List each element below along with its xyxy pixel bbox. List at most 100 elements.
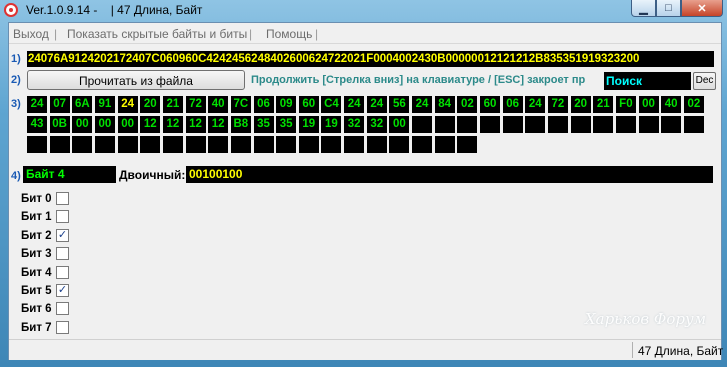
empty-byte-cell[interactable] bbox=[683, 116, 704, 133]
empty-byte-cell[interactable] bbox=[434, 116, 455, 133]
byte-cell[interactable]: 43 bbox=[27, 116, 47, 133]
title-bar[interactable]: Ver.1.0.9.14 - | 47 Длина, Байт ▁ □ ✕ bbox=[0, 0, 727, 22]
minimize-button[interactable]: ▁ bbox=[631, 0, 656, 17]
byte-cell[interactable]: 40 bbox=[208, 96, 229, 113]
byte-cell[interactable]: 24 bbox=[27, 96, 47, 113]
bit-checkbox[interactable]: ✓ bbox=[56, 284, 69, 297]
byte-cell[interactable]: 00 bbox=[117, 116, 138, 133]
empty-byte-cell[interactable] bbox=[412, 136, 433, 153]
empty-byte-cell[interactable] bbox=[412, 116, 433, 133]
byte-cell[interactable]: 19 bbox=[321, 116, 342, 133]
byte-cell[interactable]: B8 bbox=[230, 116, 251, 133]
byte-cell[interactable]: 12 bbox=[185, 116, 206, 133]
hex-string-field[interactable]: 24076A9124202172407C060960C4242456248402… bbox=[27, 51, 714, 67]
close-button[interactable]: ✕ bbox=[681, 0, 723, 17]
byte-cell[interactable]: 21 bbox=[593, 96, 614, 113]
empty-byte-cell[interactable] bbox=[570, 116, 591, 133]
byte-cell[interactable]: 07 bbox=[49, 96, 70, 113]
byte-cell[interactable]: 00 bbox=[72, 116, 93, 133]
byte-cell[interactable]: 20 bbox=[140, 96, 161, 113]
empty-byte-cell[interactable] bbox=[298, 136, 319, 153]
empty-byte-cell[interactable] bbox=[502, 116, 523, 133]
empty-byte-cell[interactable] bbox=[480, 116, 500, 133]
byte-cell[interactable]: 00 bbox=[638, 96, 659, 113]
byte-cell[interactable]: 21 bbox=[162, 96, 183, 113]
empty-byte-cell[interactable] bbox=[661, 116, 682, 133]
maximize-button[interactable]: □ bbox=[656, 0, 681, 17]
menu-show-hidden[interactable]: Показать скрытые байты и биты bbox=[67, 27, 247, 41]
byte-cell[interactable]: 0B bbox=[49, 116, 70, 133]
byte-cell[interactable]: 24 bbox=[366, 96, 387, 113]
byte-cell[interactable]: 60 bbox=[480, 96, 500, 113]
search-input[interactable]: Поиск bbox=[604, 72, 691, 90]
byte-cell[interactable]: 24 bbox=[344, 96, 365, 113]
byte-cell[interactable]: 72 bbox=[185, 96, 206, 113]
bit-checkbox[interactable] bbox=[56, 192, 69, 205]
empty-byte-cell[interactable] bbox=[162, 136, 183, 153]
empty-byte-cell[interactable] bbox=[117, 136, 138, 153]
byte-cell[interactable]: 35 bbox=[253, 116, 274, 133]
empty-byte-cell[interactable] bbox=[72, 136, 93, 153]
byte-cell[interactable]: 7C bbox=[230, 96, 251, 113]
empty-byte-cell[interactable] bbox=[276, 136, 297, 153]
empty-byte-cell[interactable] bbox=[593, 116, 614, 133]
byte-cell[interactable]: 24 bbox=[412, 96, 433, 113]
byte-cell[interactable]: 6A bbox=[72, 96, 93, 113]
bit-checkbox[interactable] bbox=[56, 265, 69, 279]
byte-cell[interactable]: 12 bbox=[162, 116, 183, 133]
byte-cell[interactable]: F0 bbox=[615, 96, 636, 113]
read-from-file-button[interactable]: Прочитать из файла bbox=[27, 70, 245, 90]
empty-byte-cell[interactable] bbox=[525, 116, 546, 133]
byte-cell[interactable]: 84 bbox=[434, 96, 455, 113]
byte-cell[interactable]: 09 bbox=[276, 96, 297, 113]
empty-byte-cell[interactable] bbox=[434, 136, 455, 153]
dec-button[interactable]: Dec bbox=[693, 72, 716, 90]
empty-byte-cell[interactable] bbox=[344, 136, 365, 153]
byte-cell[interactable]: 32 bbox=[344, 116, 365, 133]
byte-cell[interactable]: 72 bbox=[547, 96, 568, 113]
empty-byte-cell[interactable] bbox=[389, 136, 410, 153]
byte-cell[interactable]: 24 bbox=[117, 96, 138, 113]
empty-byte-cell[interactable] bbox=[366, 136, 387, 153]
byte-cell[interactable]: 06 bbox=[253, 96, 274, 113]
bit-checkbox[interactable] bbox=[56, 320, 69, 334]
byte-cell[interactable]: 56 bbox=[389, 96, 410, 113]
byte-cell[interactable]: 12 bbox=[140, 116, 161, 133]
byte-cell[interactable]: 02 bbox=[457, 96, 478, 113]
byte-cell[interactable]: 06 bbox=[502, 96, 523, 113]
empty-byte-cell[interactable] bbox=[230, 136, 251, 153]
byte-cell[interactable]: 00 bbox=[389, 116, 410, 133]
byte-cell[interactable]: 32 bbox=[366, 116, 387, 133]
empty-byte-cell[interactable] bbox=[547, 116, 568, 133]
empty-byte-cell[interactable] bbox=[185, 136, 206, 153]
bit-checkbox[interactable] bbox=[56, 210, 69, 224]
empty-byte-cell[interactable] bbox=[94, 136, 115, 153]
byte-cell[interactable]: 12 bbox=[208, 116, 229, 133]
app-icon bbox=[4, 3, 18, 17]
byte-cell[interactable]: 40 bbox=[661, 96, 682, 113]
bit-checkbox[interactable]: ✓ bbox=[56, 228, 69, 242]
byte-cell[interactable]: 24 bbox=[525, 96, 546, 113]
empty-byte-cell[interactable] bbox=[140, 136, 161, 153]
empty-byte-cell[interactable] bbox=[638, 116, 659, 133]
byte-cell[interactable]: 60 bbox=[298, 96, 319, 113]
empty-byte-cell[interactable] bbox=[27, 136, 47, 153]
byte-cell[interactable]: 00 bbox=[94, 116, 115, 133]
empty-byte-cell[interactable] bbox=[457, 116, 478, 133]
menu-help[interactable]: Помощь bbox=[266, 27, 312, 41]
bit-checkbox[interactable] bbox=[56, 247, 69, 261]
empty-byte-cell[interactable] bbox=[208, 136, 229, 153]
bit-checkbox[interactable] bbox=[56, 302, 69, 316]
byte-cell[interactable]: C4 bbox=[321, 96, 342, 113]
empty-byte-cell[interactable] bbox=[321, 136, 342, 153]
byte-cell[interactable]: 19 bbox=[298, 116, 319, 133]
byte-cell[interactable]: 91 bbox=[94, 96, 115, 113]
empty-byte-cell[interactable] bbox=[457, 136, 478, 153]
menu-exit[interactable]: Выход bbox=[13, 27, 49, 41]
empty-byte-cell[interactable] bbox=[49, 136, 70, 153]
byte-cell[interactable]: 02 bbox=[683, 96, 704, 113]
empty-byte-cell[interactable] bbox=[253, 136, 274, 153]
empty-byte-cell[interactable] bbox=[615, 116, 636, 133]
byte-cell[interactable]: 35 bbox=[276, 116, 297, 133]
byte-cell[interactable]: 20 bbox=[570, 96, 591, 113]
